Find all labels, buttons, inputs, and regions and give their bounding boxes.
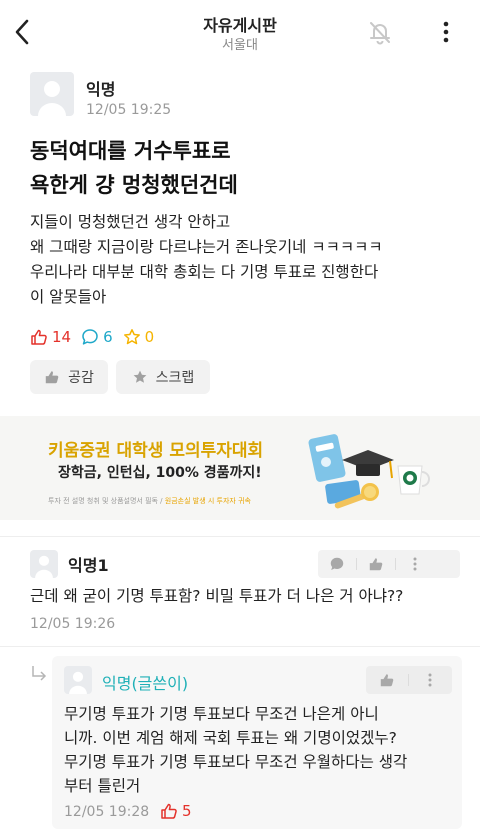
comment-toolbar bbox=[318, 550, 460, 578]
reply-text-line: 니까. 이번 계엄 해제 국회 투표는 왜 기명이었겠누? bbox=[64, 729, 397, 747]
default-avatar-icon bbox=[38, 81, 66, 116]
notification-toggle-button[interactable] bbox=[364, 16, 396, 48]
comment-count-value: 6 bbox=[103, 328, 113, 346]
comment-divider bbox=[0, 646, 480, 647]
post-author-name: 익명 bbox=[86, 80, 116, 99]
thumbs-up-icon bbox=[31, 329, 47, 345]
vertical-dots-icon bbox=[443, 21, 449, 43]
post-body: 지들이 멍청했던건 생각 안하고 왜 그때랑 지금이랑 다르냐는거 존나웃기네 … bbox=[30, 210, 470, 310]
reply-like-count: 5 bbox=[160, 802, 192, 820]
like-count-value: 14 bbox=[52, 328, 72, 346]
like-button-label: 공감 bbox=[68, 370, 94, 386]
ad-banner[interactable]: 키움증권 대학생 모의투자대회 장학금, 인턴십, 100% 경품까지! 투자 … bbox=[0, 416, 480, 520]
comment-more-button[interactable] bbox=[396, 550, 434, 578]
post-body-line: 우리나라 대부분 대학 총회는 다 기명 투표로 진행한다 bbox=[30, 263, 379, 281]
bell-off-icon bbox=[370, 22, 390, 45]
comment-timestamp: 12/05 19:26 bbox=[30, 616, 116, 632]
top-bar: 자유게시판 서울대 bbox=[0, 0, 480, 62]
comment-divider bbox=[0, 536, 480, 537]
scrap-button[interactable]: 스크랩 bbox=[116, 360, 210, 394]
post-body-line: 이 알못들아 bbox=[30, 288, 107, 306]
post-title-line: 동덕여대를 거수투표로 bbox=[30, 139, 231, 163]
default-avatar-icon bbox=[35, 555, 53, 578]
scrap-count-value: 0 bbox=[144, 328, 155, 346]
star-icon bbox=[133, 370, 147, 383]
scrap-button-label: 스크랩 bbox=[155, 370, 195, 386]
thumbs-up-icon bbox=[161, 803, 177, 819]
post-title-line: 욕한게 걍 멍청했던건데 bbox=[30, 173, 238, 197]
star-icon bbox=[123, 329, 140, 345]
reply-text-line: 무기명 투표가 기명 투표보다 무조건 우월하다는 생각 bbox=[64, 753, 408, 771]
speech-bubble-icon bbox=[330, 557, 344, 571]
ad-disclaimer-text: 투자 전 설명 청취 및 상품설명서 필독 / bbox=[48, 497, 165, 505]
reply-text-line: 무기명 투표가 기명 투표보다 무조건 나은게 아니 bbox=[64, 705, 379, 723]
reply-more-button[interactable] bbox=[409, 666, 451, 694]
post-title: 동덕여대를 거수투표로 욕한게 걍 멍청했던건데 bbox=[30, 134, 450, 202]
post-stats: 14 6 0 bbox=[30, 328, 164, 346]
reply-arrow-icon bbox=[32, 666, 47, 681]
vertical-dots-icon bbox=[413, 557, 417, 571]
ad-title: 키움증권 대학생 모의투자대회 bbox=[48, 441, 264, 461]
board-title: 자유게시판 bbox=[203, 16, 277, 35]
comment-text: 근데 왜 굳이 기명 투표함? 비밀 투표가 더 나은 거 아냐?? bbox=[30, 587, 404, 605]
comment-author-name: 익명1 bbox=[68, 556, 109, 575]
reply-timestamp: 12/05 19:28 bbox=[64, 804, 150, 820]
ad-disclaimer-highlight: 원금손실 발생 시 투자자 귀속 bbox=[164, 497, 251, 505]
school-name: 서울대 bbox=[222, 38, 258, 53]
thumbs-up-icon bbox=[380, 674, 394, 687]
comment-count: 6 bbox=[81, 328, 113, 346]
like-button[interactable]: 공감 bbox=[30, 360, 108, 394]
vertical-dots-icon bbox=[428, 673, 432, 687]
like-comment-button[interactable] bbox=[357, 550, 395, 578]
thumbs-up-icon bbox=[369, 558, 383, 571]
like-count: 14 bbox=[30, 328, 71, 346]
post-body-line: 왜 그때랑 지금이랑 다르냐는거 존나웃기네 ㅋㅋㅋㅋㅋ bbox=[30, 238, 383, 256]
ad-illustration-icon bbox=[308, 434, 430, 509]
like-reply-button[interactable] bbox=[366, 666, 408, 694]
reply-like-count-value: 5 bbox=[182, 802, 192, 820]
default-avatar-icon bbox=[69, 671, 87, 694]
speech-bubble-icon bbox=[82, 329, 98, 345]
scrap-count: 0 bbox=[123, 328, 155, 346]
comment-author-avatar bbox=[30, 550, 58, 578]
post-timestamp: 12/05 19:25 bbox=[86, 102, 172, 118]
ad-subtitle: 장학금, 인턴십, 100% 경품까지! bbox=[58, 465, 262, 481]
reply-author-name: 익명(글쓴이) bbox=[102, 674, 189, 693]
post-author-avatar bbox=[30, 72, 74, 116]
thumbs-up-icon bbox=[45, 371, 59, 384]
post-body-line: 지들이 멍청했던건 생각 안하고 bbox=[30, 213, 231, 231]
reply-text-line: 부터 틀린거 bbox=[64, 777, 141, 795]
reply-author-avatar bbox=[64, 666, 92, 694]
ad-disclaimer: 투자 전 설명 청취 및 상품설명서 필독 / 원금손실 발생 시 투자자 귀속 bbox=[48, 496, 251, 506]
more-options-button[interactable] bbox=[432, 16, 460, 48]
reply-toolbar bbox=[366, 666, 452, 694]
reply-comment-button[interactable] bbox=[318, 550, 356, 578]
